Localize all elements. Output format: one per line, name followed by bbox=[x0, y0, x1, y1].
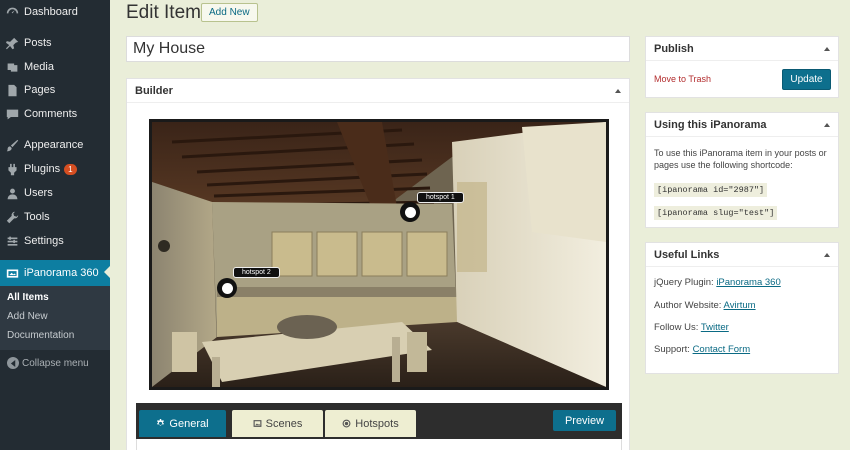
pin-icon bbox=[5, 36, 19, 50]
menu-users[interactable]: Users bbox=[0, 181, 110, 205]
brush-icon bbox=[5, 138, 19, 152]
collapse-arrow-icon[interactable] bbox=[824, 122, 830, 127]
shortcode-title: Using this iPanorama bbox=[654, 118, 767, 131]
useful-links-box: Useful Links jQuery Plugin: iPanorama 36… bbox=[645, 242, 839, 374]
collapse-icon bbox=[7, 357, 19, 369]
link-row-jquery: jQuery Plugin: iPanorama 360 bbox=[654, 277, 781, 288]
update-button[interactable]: Update bbox=[782, 69, 831, 90]
shortcode-header[interactable]: Using this iPanorama bbox=[646, 113, 838, 137]
link-row-follow: Follow Us: Twitter bbox=[654, 322, 729, 333]
publish-header[interactable]: Publish bbox=[646, 37, 838, 61]
link-row-support: Support: Contact Form bbox=[654, 344, 750, 355]
plugin-update-badge: 1 bbox=[64, 163, 77, 175]
menu-label: Tools bbox=[24, 211, 50, 223]
hotspot-label: hotspot 2 bbox=[233, 267, 280, 278]
menu-label: Media bbox=[24, 61, 54, 73]
users-icon bbox=[5, 186, 19, 200]
tab-label: Hotspots bbox=[355, 417, 399, 430]
submenu-documentation[interactable]: Documentation bbox=[7, 330, 74, 341]
tab-content-panel bbox=[136, 439, 622, 450]
link-avirtum[interactable]: Avirtum bbox=[724, 300, 756, 311]
pages-icon bbox=[5, 83, 19, 97]
target-icon bbox=[342, 419, 351, 428]
shortcode-id[interactable]: [ipanorama id="2987"] bbox=[654, 183, 768, 197]
comment-icon bbox=[5, 107, 19, 121]
publish-title: Publish bbox=[654, 42, 694, 55]
useful-links-title: Useful Links bbox=[654, 248, 720, 261]
builder-title: Builder bbox=[135, 84, 173, 97]
menu-label: Pages bbox=[24, 84, 56, 96]
preview-button[interactable]: Preview bbox=[553, 410, 616, 431]
collapse-arrow-icon[interactable] bbox=[824, 46, 830, 51]
submenu-all-items[interactable]: All Items bbox=[7, 292, 49, 303]
dashboard-icon bbox=[5, 5, 19, 19]
hotspot-marker-icon[interactable] bbox=[217, 278, 237, 298]
gear-icon bbox=[156, 419, 165, 428]
link-prefix: Follow Us: bbox=[654, 322, 699, 333]
tab-scenes[interactable]: Scenes bbox=[232, 410, 323, 437]
menu-ipanorama[interactable]: iPanorama 360 bbox=[0, 260, 110, 286]
tab-label: General bbox=[169, 417, 209, 430]
menu-label: Comments bbox=[24, 108, 78, 120]
link-row-author: Author Website: Avirtum bbox=[654, 300, 756, 311]
shortcode-description: To use this iPanorama item in your posts… bbox=[654, 148, 827, 170]
plugin-icon bbox=[5, 162, 19, 176]
builder-header[interactable]: Builder bbox=[127, 79, 629, 103]
menu-posts[interactable]: Posts bbox=[0, 31, 110, 55]
collapse-label: Collapse menu bbox=[22, 357, 89, 369]
menu-label: Posts bbox=[24, 37, 52, 49]
image-icon bbox=[253, 419, 262, 428]
menu-label: iPanorama 360 bbox=[24, 267, 99, 279]
hotspot-2[interactable]: hotspot 2 bbox=[217, 267, 280, 298]
submenu-add-new[interactable]: Add New bbox=[7, 311, 48, 322]
menu-media[interactable]: Media bbox=[0, 55, 110, 79]
tab-label: Scenes bbox=[265, 417, 303, 430]
collapse-arrow-icon[interactable] bbox=[615, 88, 621, 93]
move-to-trash-link[interactable]: Move to Trash bbox=[654, 74, 711, 84]
menu-comments[interactable]: Comments bbox=[0, 102, 110, 126]
link-twitter[interactable]: Twitter bbox=[701, 322, 729, 333]
shortcode-box: Using this iPanorama To use this iPanora… bbox=[645, 112, 839, 228]
item-title-input[interactable] bbox=[126, 36, 630, 62]
link-prefix: Author Website: bbox=[654, 300, 722, 311]
menu-pages[interactable]: Pages bbox=[0, 78, 110, 102]
settings-icon bbox=[5, 234, 19, 248]
admin-sidebar: Dashboard Posts Media Pages Comments App… bbox=[0, 0, 110, 450]
menu-label: Appearance bbox=[24, 139, 84, 151]
hotspot-label: hotspot 1 bbox=[417, 192, 464, 203]
media-icon bbox=[5, 60, 19, 74]
menu-appearance[interactable]: Appearance bbox=[0, 133, 110, 157]
menu-plugins[interactable]: Plugins 1 bbox=[0, 157, 110, 181]
menu-dashboard[interactable]: Dashboard bbox=[0, 0, 110, 24]
link-ipanorama-360[interactable]: iPanorama 360 bbox=[716, 277, 780, 288]
menu-label: Dashboard bbox=[24, 6, 78, 18]
wrench-icon bbox=[5, 210, 19, 224]
builder-box: Builder hotspot 1 hotspot 2 General Scen… bbox=[126, 78, 630, 450]
builder-tab-bar: General Scenes Hotspots Preview bbox=[136, 403, 622, 439]
hotspot-1[interactable]: hotspot 1 bbox=[400, 192, 464, 222]
page-title: Edit Item bbox=[126, 2, 201, 23]
tab-general[interactable]: General bbox=[139, 410, 226, 437]
link-contact-form[interactable]: Contact Form bbox=[693, 344, 751, 355]
menu-tools[interactable]: Tools bbox=[0, 205, 110, 229]
publish-box: Publish Move to Trash Update bbox=[645, 36, 839, 98]
link-prefix: jQuery Plugin: bbox=[654, 277, 714, 288]
useful-links-header[interactable]: Useful Links bbox=[646, 243, 838, 267]
panorama-icon bbox=[5, 266, 19, 280]
menu-label: Users bbox=[24, 187, 53, 199]
tab-hotspots[interactable]: Hotspots bbox=[325, 410, 416, 437]
menu-label: Settings bbox=[24, 235, 64, 247]
kitchen-panorama-image bbox=[152, 122, 606, 387]
menu-settings[interactable]: Settings bbox=[0, 229, 110, 253]
shortcode-slug[interactable]: [ipanorama slug="test"] bbox=[654, 206, 778, 220]
hotspot-marker-icon[interactable] bbox=[400, 202, 420, 222]
collapse-menu-button[interactable]: Collapse menu bbox=[0, 354, 110, 372]
link-prefix: Support: bbox=[654, 344, 690, 355]
add-new-button[interactable]: Add New bbox=[201, 3, 258, 22]
collapse-arrow-icon[interactable] bbox=[824, 252, 830, 257]
menu-label: Plugins bbox=[24, 163, 61, 175]
panorama-viewer[interactable]: hotspot 1 hotspot 2 bbox=[149, 119, 609, 390]
ipanorama-submenu: All Items Add New Documentation bbox=[0, 286, 110, 350]
